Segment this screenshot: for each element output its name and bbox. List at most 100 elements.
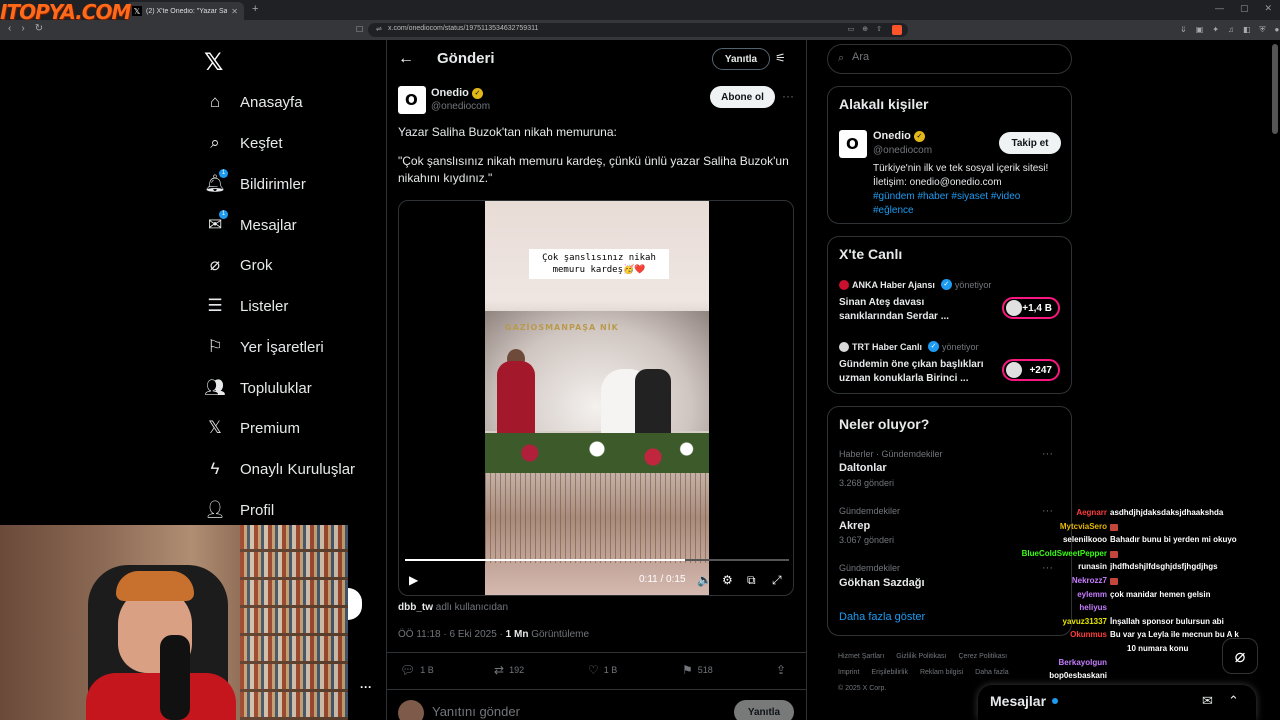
- share-icon[interactable]: ⇧: [876, 25, 882, 33]
- nav-item-7[interactable]: 👥︎ Topluluklar: [204, 378, 312, 398]
- bookmark-action[interactable]: ⚑ 518: [682, 663, 713, 677]
- nav-item-0[interactable]: ⌂ Anasayfa: [204, 92, 303, 112]
- chat-username[interactable]: selenilkooo: [1063, 535, 1107, 544]
- header-reply-button[interactable]: Yanıtla: [712, 48, 770, 70]
- close-window-icon[interactable]: ✕: [1264, 3, 1272, 14]
- nav-item-5[interactable]: ☰ Listeler: [204, 296, 288, 316]
- nav-item-2[interactable]: 🔔︎ 1 Bildirimler: [204, 169, 306, 194]
- search-input[interactable]: [852, 51, 1062, 63]
- bookmark-page-icon[interactable]: ☐: [356, 25, 363, 34]
- chat-username[interactable]: BlueColdSweetPepper: [1022, 549, 1107, 558]
- reply-input[interactable]: Yanıtını gönder: [432, 704, 520, 719]
- messages-drawer[interactable]: Mesajlar ✉ ⌃: [978, 685, 1256, 720]
- attribution-user[interactable]: dbb_tw: [398, 602, 433, 613]
- chat-username[interactable]: yavuz31337: [1063, 617, 1107, 626]
- more-icon[interactable]: ···: [360, 680, 372, 694]
- live-item-title[interactable]: Gündemin öne çıkan başlıkları uzman konu…: [839, 358, 989, 386]
- related-tags[interactable]: #gündem #haber #siyaset #video #eğlence: [873, 190, 1058, 218]
- nav-item-4[interactable]: ⌀ Grok: [204, 255, 273, 275]
- grok-float-icon[interactable]: ⌀: [1222, 638, 1258, 674]
- chat-username[interactable]: eylemm: [1077, 590, 1107, 599]
- site-info-icon[interactable]: ⇌: [376, 25, 382, 33]
- chat-line: MytcviaSero: [1000, 522, 1270, 534]
- show-more-link[interactable]: Daha fazla göster: [839, 611, 925, 623]
- nav-item-3[interactable]: ✉ 1 Mesajlar: [204, 210, 297, 235]
- brave-shield-icon[interactable]: [892, 25, 902, 35]
- related-avatar[interactable]: [839, 130, 867, 158]
- live-listeners[interactable]: +247: [1002, 359, 1060, 381]
- chat-username[interactable]: heliyus: [1079, 603, 1107, 612]
- video-progress-bar[interactable]: [405, 559, 789, 561]
- address-bar[interactable]: ⇌ x.com/onediocom/status/197511353463275…: [368, 23, 908, 37]
- screen-icon[interactable]: ▭: [848, 25, 855, 33]
- footer-link[interactable]: Imprint: [838, 669, 859, 676]
- maximize-icon[interactable]: ▢: [1240, 3, 1249, 14]
- author-handle[interactable]: @onediocom: [431, 101, 490, 112]
- sidebar-icon[interactable]: ◧: [1243, 25, 1251, 35]
- chat-line: yavuz31337 İnşallah sponsor bulursun abi: [1000, 617, 1270, 629]
- nav-item-1[interactable]: ⌕ Keşfet: [204, 133, 282, 153]
- live-source[interactable]: ANKA Haber Ajansı ✓ yönetiyor: [839, 279, 991, 290]
- new-tab-icon[interactable]: +: [252, 3, 258, 15]
- related-name[interactable]: Onedio ✓: [873, 130, 925, 142]
- music-icon[interactable]: ♫: [1228, 25, 1234, 35]
- volume-icon[interactable]: 🔈: [697, 573, 712, 587]
- download-icon[interactable]: ⇓: [1180, 25, 1187, 35]
- share-action[interactable]: ⇪: [776, 663, 786, 677]
- expand-icon[interactable]: ⌃: [1228, 693, 1239, 709]
- footer-link[interactable]: Reklam bilgisi: [920, 669, 963, 676]
- live-listeners[interactable]: +1,4 B: [1002, 297, 1060, 319]
- follow-button[interactable]: Takip et: [999, 132, 1061, 154]
- chat-username[interactable]: Okunmus: [1070, 630, 1107, 639]
- live-item-title[interactable]: Sinan Ateş davası sanıklarından Serdar .…: [839, 296, 989, 324]
- trend-more-icon[interactable]: ···: [1042, 448, 1053, 460]
- settings-icon[interactable]: ⚙: [722, 573, 733, 587]
- chat-username[interactable]: MytcviaSero: [1060, 522, 1107, 531]
- live-source[interactable]: TRT Haber Canlı ✓ yönetiyor: [839, 341, 979, 352]
- subscribe-button[interactable]: Abone ol: [710, 86, 775, 108]
- browser-tab[interactable]: 𝕏 (2) X'te Onedio: "Yazar Saliha Bu... ✕: [126, 2, 244, 20]
- chat-username[interactable]: runasin: [1078, 562, 1107, 571]
- video-player[interactable]: GAZİOSMANPAŞA NİK Çok şanslısınız nikah …: [398, 200, 794, 596]
- repost-action[interactable]: ⇄ 192: [494, 663, 524, 677]
- nav-item-8[interactable]: 𝕏 Premium: [204, 418, 300, 438]
- extensions-icon[interactable]: ✦: [1212, 25, 1219, 35]
- close-tab-icon[interactable]: ✕: [231, 7, 238, 16]
- post-time[interactable]: ÖÖ 11:18 · 6 Eki 2025 ·: [398, 629, 503, 640]
- scrollbar[interactable]: [1272, 44, 1278, 134]
- trend-name[interactable]: Gökhan Sazdağı: [839, 577, 925, 589]
- more-options-icon[interactable]: ···: [782, 89, 794, 103]
- zoom-icon[interactable]: ⊕: [862, 25, 868, 33]
- pip-icon[interactable]: ⧉: [747, 573, 756, 588]
- new-message-icon[interactable]: ✉: [1202, 693, 1213, 709]
- tune-icon[interactable]: ⚟: [775, 51, 786, 65]
- profile-icon[interactable]: ●: [1275, 25, 1280, 35]
- minimize-icon[interactable]: —: [1215, 3, 1224, 14]
- reply-action[interactable]: 💬︎ 1 B: [400, 663, 434, 677]
- trend-name[interactable]: Daltonlar: [839, 462, 887, 474]
- chat-username[interactable]: Nekrozz7: [1072, 576, 1107, 585]
- nav-item-6[interactable]: ⚐ Yer İşaretleri: [204, 337, 323, 357]
- chat-username[interactable]: Aegnarr: [1076, 508, 1107, 517]
- footer-link[interactable]: Erişilebilirlik: [871, 669, 908, 676]
- footer-link[interactable]: Hizmet Şartları: [838, 653, 884, 660]
- x-logo-icon[interactable]: 𝕏: [204, 48, 223, 77]
- play-icon[interactable]: ▶: [409, 573, 418, 587]
- back-arrow-icon[interactable]: ←: [398, 50, 414, 68]
- fullscreen-icon[interactable]: ⤢: [772, 573, 782, 588]
- nav-item-9[interactable]: ϟ Onaylı Kuruluşlar: [204, 459, 356, 479]
- author-avatar[interactable]: [398, 86, 426, 114]
- search-box[interactable]: ⌕: [827, 44, 1072, 74]
- reply-submit-button[interactable]: Yanıtla: [734, 700, 794, 720]
- chat-username[interactable]: bop0esbaskani: [1049, 671, 1107, 680]
- vpn-icon[interactable]: ⛨: [1260, 25, 1266, 35]
- trend-name[interactable]: Akrep: [839, 520, 870, 532]
- author-name[interactable]: Onedio ✓: [431, 87, 483, 99]
- emote-icon: [1110, 550, 1118, 558]
- like-action[interactable]: ♡ 1 B: [588, 663, 617, 677]
- wallet-icon[interactable]: ▣: [1196, 25, 1204, 35]
- footer-link[interactable]: Gizlilik Politikası: [896, 653, 946, 660]
- nav-item-10[interactable]: 👤︎ Profil: [204, 500, 274, 520]
- chat-username[interactable]: Berkayolgun: [1059, 658, 1107, 667]
- related-handle[interactable]: @onediocom: [873, 145, 932, 156]
